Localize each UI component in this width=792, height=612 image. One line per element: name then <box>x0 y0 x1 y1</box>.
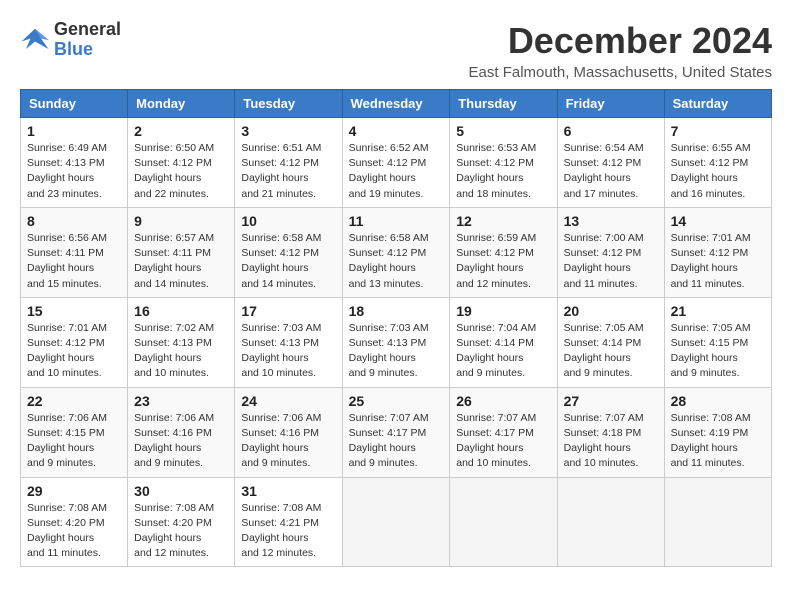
table-row: 12 Sunrise: 6:59 AM Sunset: 4:12 PM Dayl… <box>450 207 557 297</box>
table-row: 8 Sunrise: 6:56 AM Sunset: 4:11 PM Dayli… <box>21 207 128 297</box>
col-thursday: Thursday <box>450 90 557 118</box>
table-row: 15 Sunrise: 7:01 AM Sunset: 4:12 PM Dayl… <box>21 297 128 387</box>
table-row: 1 Sunrise: 6:49 AM Sunset: 4:13 PM Dayli… <box>21 118 128 208</box>
table-row: 14 Sunrise: 7:01 AM Sunset: 4:12 PM Dayl… <box>664 207 771 297</box>
table-row: 17 Sunrise: 7:03 AM Sunset: 4:13 PM Dayl… <box>235 297 342 387</box>
table-row: 26 Sunrise: 7:07 AM Sunset: 4:17 PM Dayl… <box>450 387 557 477</box>
logo: General Blue <box>20 20 121 60</box>
col-tuesday: Tuesday <box>235 90 342 118</box>
calendar-week-row: 15 Sunrise: 7:01 AM Sunset: 4:12 PM Dayl… <box>21 297 772 387</box>
col-friday: Friday <box>557 90 664 118</box>
table-row: 27 Sunrise: 7:07 AM Sunset: 4:18 PM Dayl… <box>557 387 664 477</box>
table-row: 7 Sunrise: 6:55 AM Sunset: 4:12 PM Dayli… <box>664 118 771 208</box>
table-row: 21 Sunrise: 7:05 AM Sunset: 4:15 PM Dayl… <box>664 297 771 387</box>
table-row: 9 Sunrise: 6:57 AM Sunset: 4:11 PM Dayli… <box>128 207 235 297</box>
title-area: December 2024 East Falmouth, Massachuset… <box>469 20 772 81</box>
table-row: 5 Sunrise: 6:53 AM Sunset: 4:12 PM Dayli… <box>450 118 557 208</box>
table-row: 25 Sunrise: 7:07 AM Sunset: 4:17 PM Dayl… <box>342 387 450 477</box>
calendar-header-row: Sunday Monday Tuesday Wednesday Thursday… <box>21 90 772 118</box>
calendar-week-row: 29 Sunrise: 7:08 AM Sunset: 4:20 PM Dayl… <box>21 477 772 567</box>
col-sunday: Sunday <box>21 90 128 118</box>
table-row: 29 Sunrise: 7:08 AM Sunset: 4:20 PM Dayl… <box>21 477 128 567</box>
table-row: 20 Sunrise: 7:05 AM Sunset: 4:14 PM Dayl… <box>557 297 664 387</box>
logo-bird-icon <box>20 25 50 55</box>
header: General Blue December 2024 East Falmouth… <box>20 20 772 81</box>
table-row: 16 Sunrise: 7:02 AM Sunset: 4:13 PM Dayl… <box>128 297 235 387</box>
calendar-week-row: 1 Sunrise: 6:49 AM Sunset: 4:13 PM Dayli… <box>21 118 772 208</box>
table-row <box>342 477 450 567</box>
calendar-week-row: 8 Sunrise: 6:56 AM Sunset: 4:11 PM Dayli… <box>21 207 772 297</box>
table-row: 10 Sunrise: 6:58 AM Sunset: 4:12 PM Dayl… <box>235 207 342 297</box>
table-row: 19 Sunrise: 7:04 AM Sunset: 4:14 PM Dayl… <box>450 297 557 387</box>
col-wednesday: Wednesday <box>342 90 450 118</box>
table-row: 11 Sunrise: 6:58 AM Sunset: 4:12 PM Dayl… <box>342 207 450 297</box>
table-row: 6 Sunrise: 6:54 AM Sunset: 4:12 PM Dayli… <box>557 118 664 208</box>
table-row <box>557 477 664 567</box>
logo-text: General Blue <box>54 20 121 60</box>
table-row: 3 Sunrise: 6:51 AM Sunset: 4:12 PM Dayli… <box>235 118 342 208</box>
calendar-table: Sunday Monday Tuesday Wednesday Thursday… <box>20 89 772 567</box>
col-monday: Monday <box>128 90 235 118</box>
table-row: 4 Sunrise: 6:52 AM Sunset: 4:12 PM Dayli… <box>342 118 450 208</box>
table-row: 18 Sunrise: 7:03 AM Sunset: 4:13 PM Dayl… <box>342 297 450 387</box>
table-row <box>450 477 557 567</box>
table-row: 23 Sunrise: 7:06 AM Sunset: 4:16 PM Dayl… <box>128 387 235 477</box>
col-saturday: Saturday <box>664 90 771 118</box>
table-row: 13 Sunrise: 7:00 AM Sunset: 4:12 PM Dayl… <box>557 207 664 297</box>
location: East Falmouth, Massachusetts, United Sta… <box>469 64 772 81</box>
table-row: 22 Sunrise: 7:06 AM Sunset: 4:15 PM Dayl… <box>21 387 128 477</box>
table-row: 31 Sunrise: 7:08 AM Sunset: 4:21 PM Dayl… <box>235 477 342 567</box>
table-row: 30 Sunrise: 7:08 AM Sunset: 4:20 PM Dayl… <box>128 477 235 567</box>
month-title: December 2024 <box>469 20 772 62</box>
calendar-week-row: 22 Sunrise: 7:06 AM Sunset: 4:15 PM Dayl… <box>21 387 772 477</box>
table-row: 2 Sunrise: 6:50 AM Sunset: 4:12 PM Dayli… <box>128 118 235 208</box>
table-row: 24 Sunrise: 7:06 AM Sunset: 4:16 PM Dayl… <box>235 387 342 477</box>
table-row <box>664 477 771 567</box>
table-row: 28 Sunrise: 7:08 AM Sunset: 4:19 PM Dayl… <box>664 387 771 477</box>
